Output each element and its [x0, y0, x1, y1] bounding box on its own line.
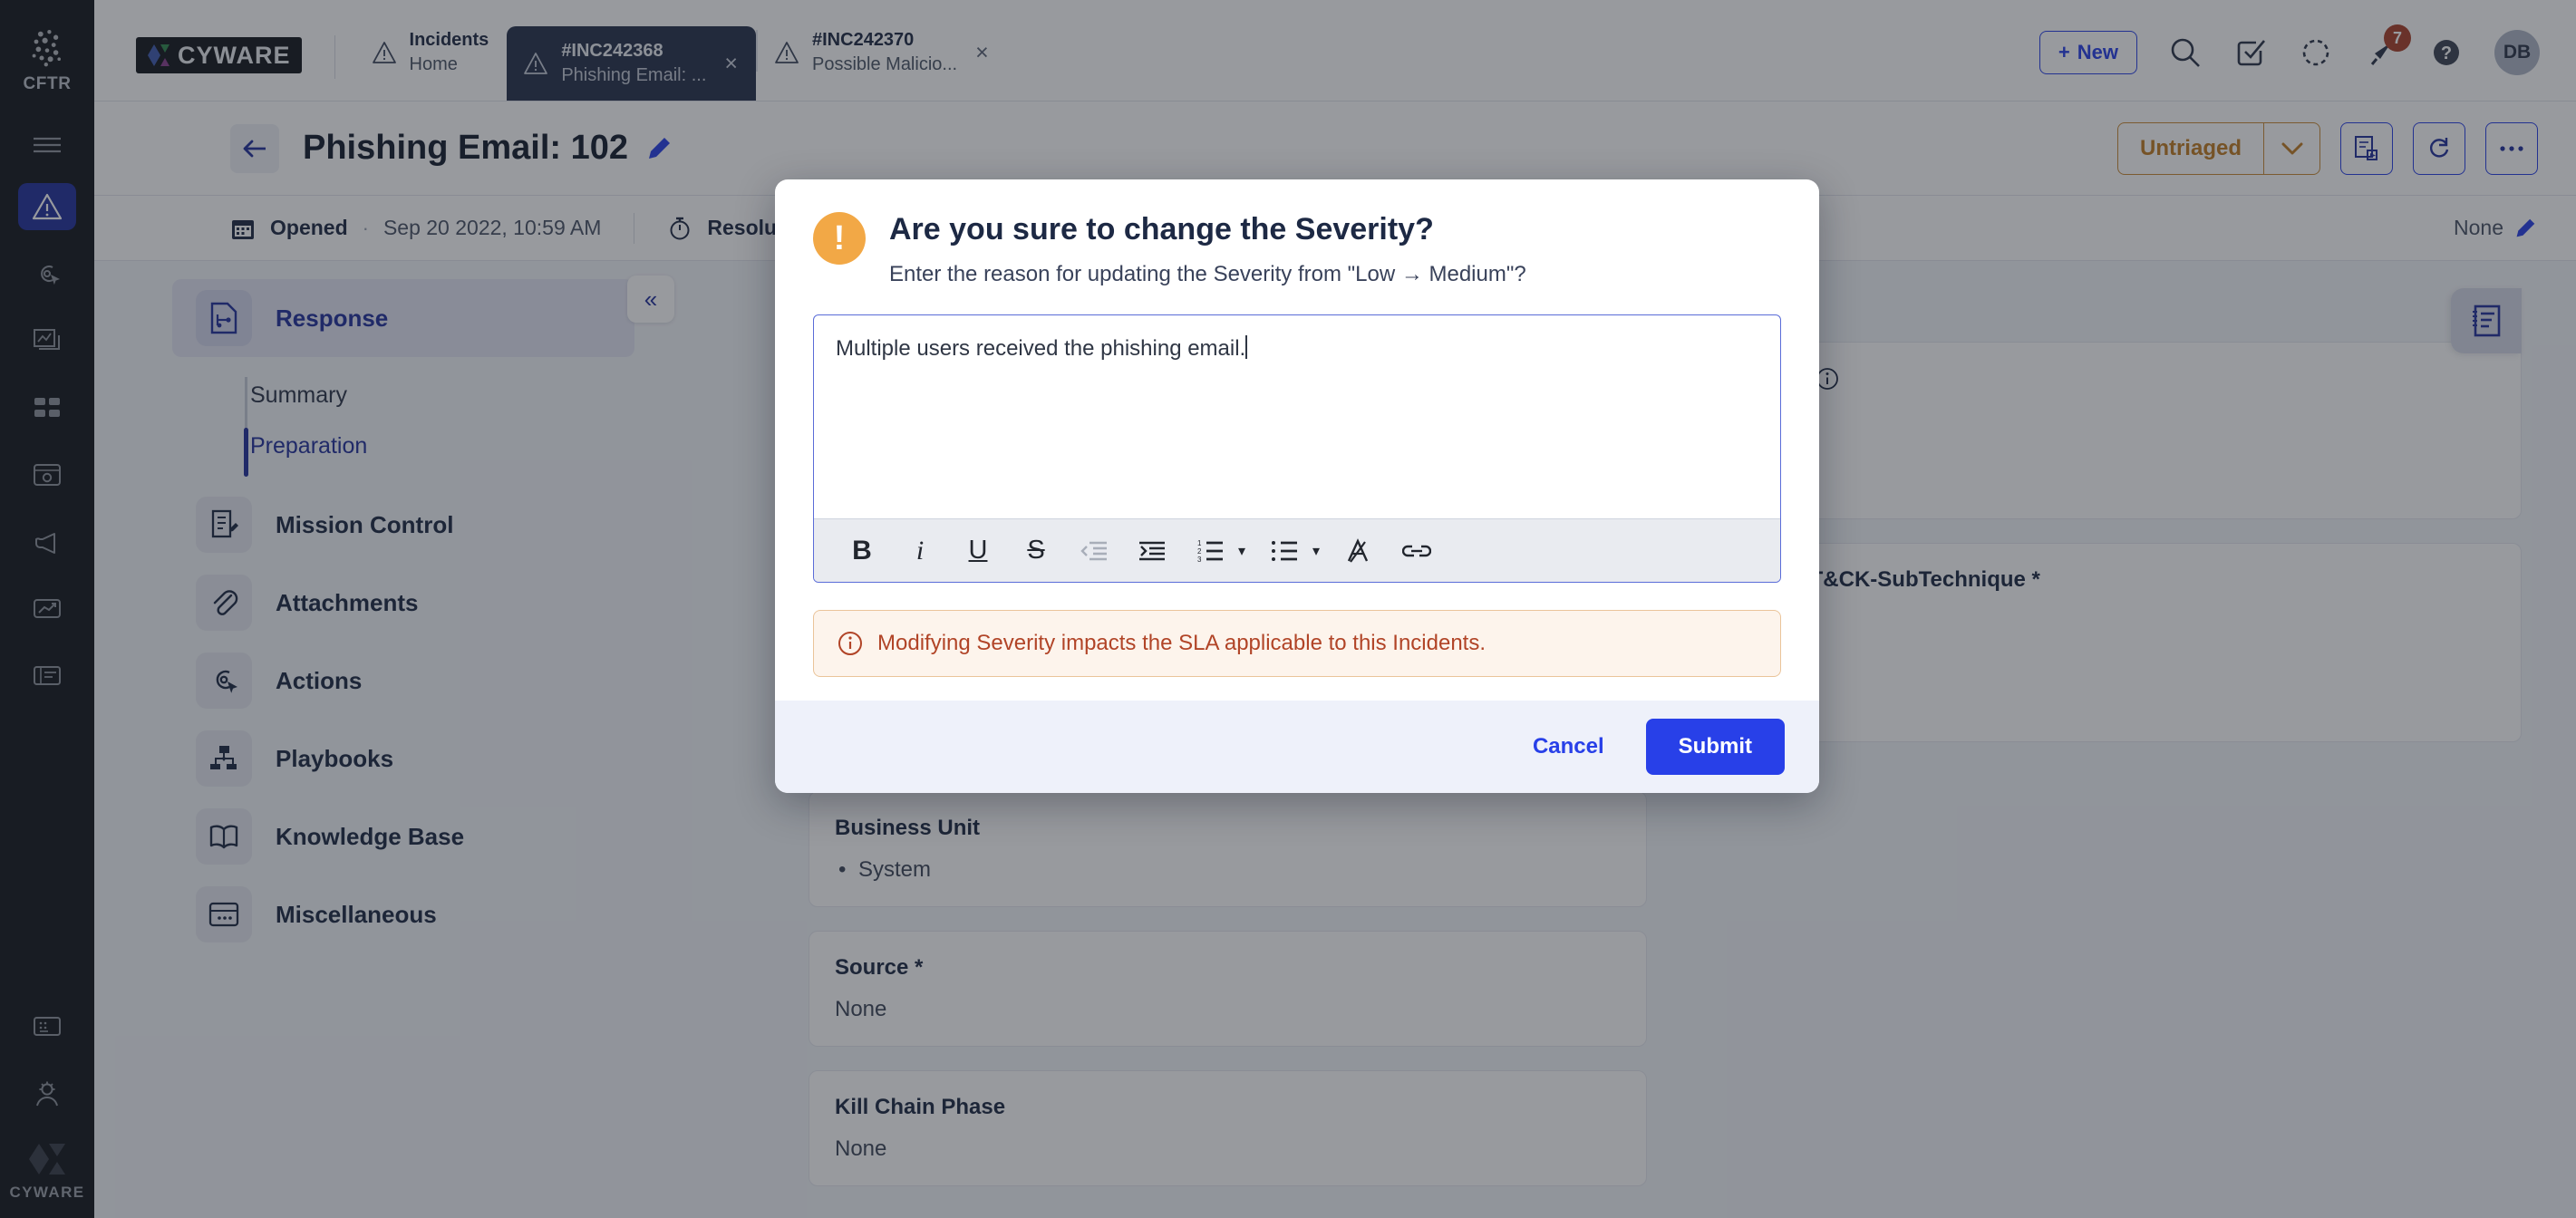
svg-text:2: 2	[1197, 547, 1202, 556]
clear-format-icon[interactable]	[1334, 527, 1383, 575]
chevron-down-icon[interactable]: ▾	[1238, 542, 1245, 560]
reason-text: Multiple users received the phishing ema…	[836, 336, 1246, 361]
app-root: CFTR CYWARE CYWARE Incidents Home #INC24…	[0, 0, 2576, 1218]
editor-toolbar: B i U S 123 ▾ ▾	[814, 518, 1780, 582]
info-circle-icon	[838, 632, 862, 655]
sla-warning-banner: Modifying Severity impacts the SLA appli…	[813, 610, 1781, 677]
submit-button[interactable]: Submit	[1645, 719, 1785, 775]
cancel-button[interactable]: Cancel	[1516, 723, 1621, 770]
chevron-down-icon[interactable]: ▾	[1312, 542, 1320, 560]
bold-icon[interactable]: B	[838, 527, 886, 575]
dialog-title: Are you sure to change the Severity?	[889, 212, 1434, 246]
dialog-subtitle: Enter the reason for updating the Severi…	[889, 262, 1526, 286]
outdent-icon[interactable]	[1070, 527, 1119, 575]
dialog-header: ! Are you sure to change the Severity? E…	[813, 212, 1781, 287]
severity-change-dialog: ! Are you sure to change the Severity? E…	[775, 179, 1819, 793]
link-icon[interactable]	[1392, 527, 1441, 575]
ordered-list-icon[interactable]: 123	[1186, 527, 1235, 575]
sla-warning-text: Modifying Severity impacts the SLA appli…	[877, 631, 1487, 655]
svg-text:3: 3	[1197, 556, 1202, 563]
underline-icon[interactable]: U	[954, 527, 1002, 575]
text-caret	[1245, 335, 1248, 359]
reason-textarea[interactable]: Multiple users received the phishing ema…	[814, 315, 1780, 518]
alert-exclamation-icon: !	[813, 212, 866, 265]
dialog-body: ! Are you sure to change the Severity? E…	[775, 179, 1819, 701]
strikethrough-icon[interactable]: S	[1012, 527, 1060, 575]
italic-icon[interactable]: i	[896, 527, 944, 575]
unordered-list-icon[interactable]	[1260, 527, 1309, 575]
indent-icon[interactable]	[1128, 527, 1177, 575]
svg-text:1: 1	[1197, 539, 1202, 547]
reason-editor[interactable]: Multiple users received the phishing ema…	[813, 314, 1781, 583]
dialog-footer: Cancel Submit	[775, 701, 1819, 793]
